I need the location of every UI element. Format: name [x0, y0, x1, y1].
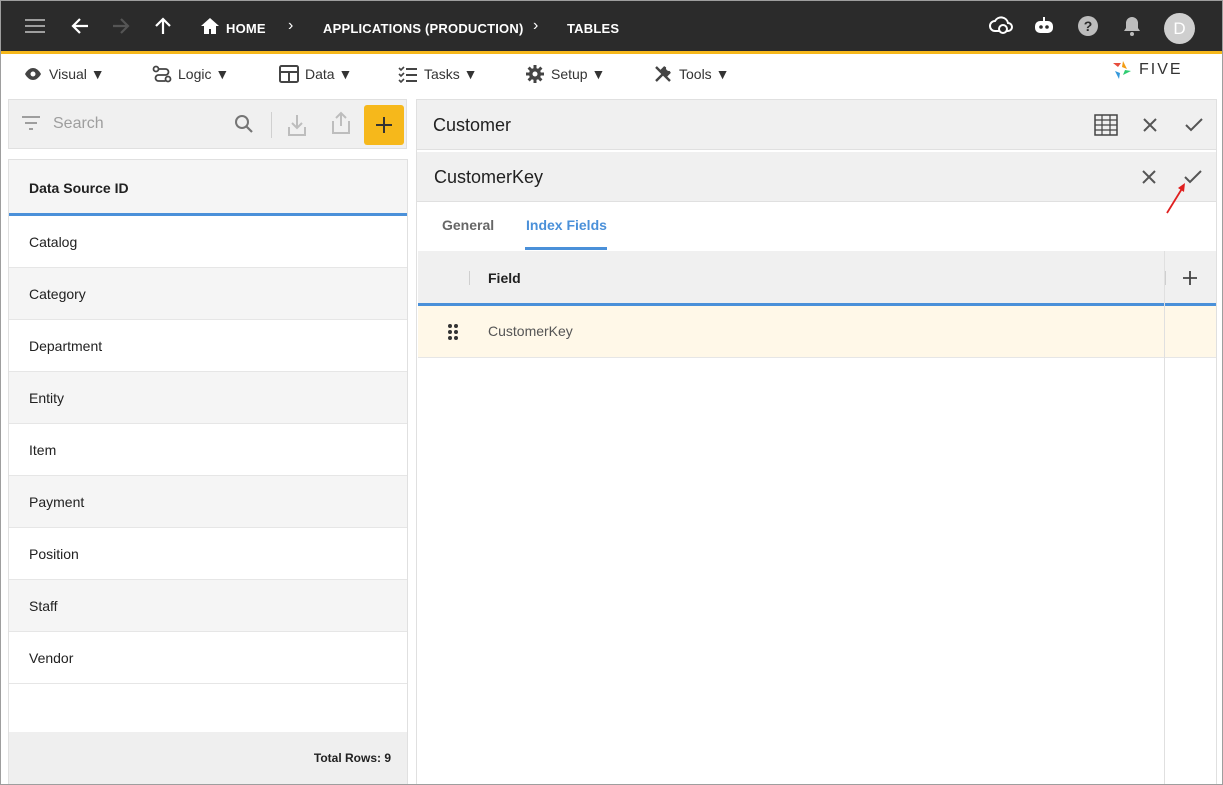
data-source-list: Data Source ID Catalog Category Departme…	[8, 159, 408, 784]
menu-logic[interactable]: Logic ▼	[152, 64, 229, 84]
menu-setup[interactable]: Setup ▼	[525, 64, 605, 84]
close-subform-button[interactable]	[1135, 163, 1163, 191]
list-item[interactable]: Payment	[9, 476, 407, 528]
sub-form-title: CustomerKey	[434, 167, 544, 187]
search-input[interactable]: Search	[53, 115, 104, 133]
search-icon[interactable]	[234, 114, 254, 134]
breadcrumb-applications[interactable]: APPLICATIONS (PRODUCTION)	[323, 21, 523, 36]
list-item-label: Catalog	[29, 234, 78, 250]
up-arrow-icon[interactable]	[151, 14, 175, 38]
five-logo-text: FIVE	[1139, 61, 1183, 78]
add-field-icon[interactable]	[1182, 270, 1198, 286]
menu-tasks[interactable]: Tasks ▼	[398, 64, 478, 84]
logic-flow-icon	[152, 65, 172, 83]
check-icon	[1185, 118, 1203, 132]
field-cell: CustomerKey	[488, 323, 573, 339]
top-bar: HOME › APPLICATIONS (PRODUCTION) › TABLE…	[1, 1, 1222, 54]
total-rows-label: Total Rows: 9	[313, 751, 391, 765]
list-item[interactable]: Catalog	[9, 216, 407, 268]
app-window: HOME › APPLICATIONS (PRODUCTION) › TABLE…	[0, 0, 1223, 785]
import-icon[interactable]	[287, 113, 307, 137]
list-item[interactable]: Entity	[9, 372, 407, 424]
gear-icon	[526, 65, 544, 83]
record-form-panel: Customer CustomerKey General Index Field…	[416, 99, 1217, 784]
chevron-right-icon: ›	[288, 17, 294, 34]
menu-logic-label: Logic ▼	[178, 66, 230, 82]
filter-icon[interactable]	[22, 116, 40, 130]
close-icon	[1142, 170, 1156, 184]
form-title: Customer	[433, 115, 512, 135]
list-item-label: Department	[29, 338, 103, 354]
breadcrumb-home[interactable]: HOME	[226, 21, 266, 36]
menu-tools[interactable]: Tools ▼	[653, 64, 729, 84]
menu-visual-label: Visual ▼	[49, 66, 105, 82]
checklist-icon	[398, 66, 417, 83]
svg-text:?: ?	[1084, 18, 1093, 34]
help-icon[interactable]: ?	[1076, 14, 1100, 38]
breadcrumb-tables[interactable]: TABLES	[567, 21, 619, 36]
hamburger-menu-icon[interactable]	[23, 14, 47, 38]
toolbar-divider	[271, 112, 272, 138]
close-form-button[interactable]	[1136, 111, 1164, 139]
form-header: Customer	[417, 100, 1216, 150]
list-item-label: Vendor	[29, 650, 74, 666]
column-divider	[469, 271, 470, 285]
menu-setup-label: Setup ▼	[551, 66, 606, 82]
cloud-sync-icon[interactable]	[989, 14, 1013, 38]
list-item-label: Entity	[29, 390, 65, 406]
list-footer: Total Rows: 9	[9, 732, 407, 784]
list-column-header[interactable]: Data Source ID	[9, 160, 407, 216]
list-item-label: Staff	[29, 598, 58, 614]
list-item-label: Position	[29, 546, 79, 562]
list-item[interactable]: Vendor	[9, 632, 407, 684]
chatbot-icon[interactable]	[1032, 14, 1056, 38]
column-divider	[1165, 271, 1166, 285]
drag-handle-icon[interactable]	[447, 323, 459, 341]
save-form-button[interactable]	[1180, 111, 1208, 139]
five-logo: FIVE	[1111, 59, 1183, 81]
list-item-label: Category	[29, 286, 86, 302]
close-icon	[1143, 118, 1157, 132]
grid-column-line	[1164, 251, 1165, 784]
tools-icon	[655, 66, 671, 82]
list-item[interactable]: Department	[9, 320, 407, 372]
menu-tools-label: Tools ▼	[679, 66, 730, 82]
five-logo-mark-icon	[1113, 61, 1131, 79]
plus-icon	[376, 117, 392, 133]
grid-view-button[interactable]	[1092, 111, 1120, 139]
menu-data-label: Data ▼	[305, 66, 353, 82]
list-item[interactable]: Item	[9, 424, 407, 476]
list-item[interactable]: Position	[9, 528, 407, 580]
export-icon[interactable]	[331, 111, 351, 135]
index-fields-grid-header: Field	[418, 251, 1216, 306]
chevron-right-icon: ›	[533, 17, 539, 34]
notification-bell-icon[interactable]	[1120, 14, 1144, 38]
eye-icon	[25, 68, 41, 80]
tab-index-fields[interactable]: Index Fields	[526, 217, 607, 233]
menu-visual[interactable]: Visual ▼	[23, 64, 105, 84]
list-item[interactable]: Category	[9, 268, 407, 320]
menu-bar: Visual ▼ Logic ▼ Data ▼ Tasks ▼ Setup ▼ …	[1, 54, 1222, 94]
table-row[interactable]: CustomerKey	[418, 306, 1216, 358]
tab-general[interactable]: General	[442, 217, 494, 233]
list-item-label: Item	[29, 442, 57, 458]
active-tab-indicator	[525, 247, 607, 250]
list-header-label: Data Source ID	[29, 180, 129, 196]
annotation-arrow-icon	[1166, 183, 1185, 214]
list-item-label: Payment	[29, 494, 85, 510]
user-avatar[interactable]: D	[1164, 13, 1195, 44]
home-icon[interactable]	[198, 14, 222, 38]
column-header-field[interactable]: Field	[488, 270, 521, 286]
sub-form-header: CustomerKey	[417, 152, 1216, 202]
add-record-button[interactable]	[364, 105, 404, 145]
list-item[interactable]: Staff	[9, 580, 407, 632]
grid-icon	[1094, 114, 1118, 136]
table-icon	[279, 65, 299, 83]
menu-data[interactable]: Data ▼	[279, 64, 352, 84]
back-arrow-icon[interactable]	[68, 14, 92, 38]
forward-arrow-icon[interactable]	[109, 14, 133, 38]
list-toolbar: Search	[8, 99, 407, 149]
menu-tasks-label: Tasks ▼	[424, 66, 478, 82]
